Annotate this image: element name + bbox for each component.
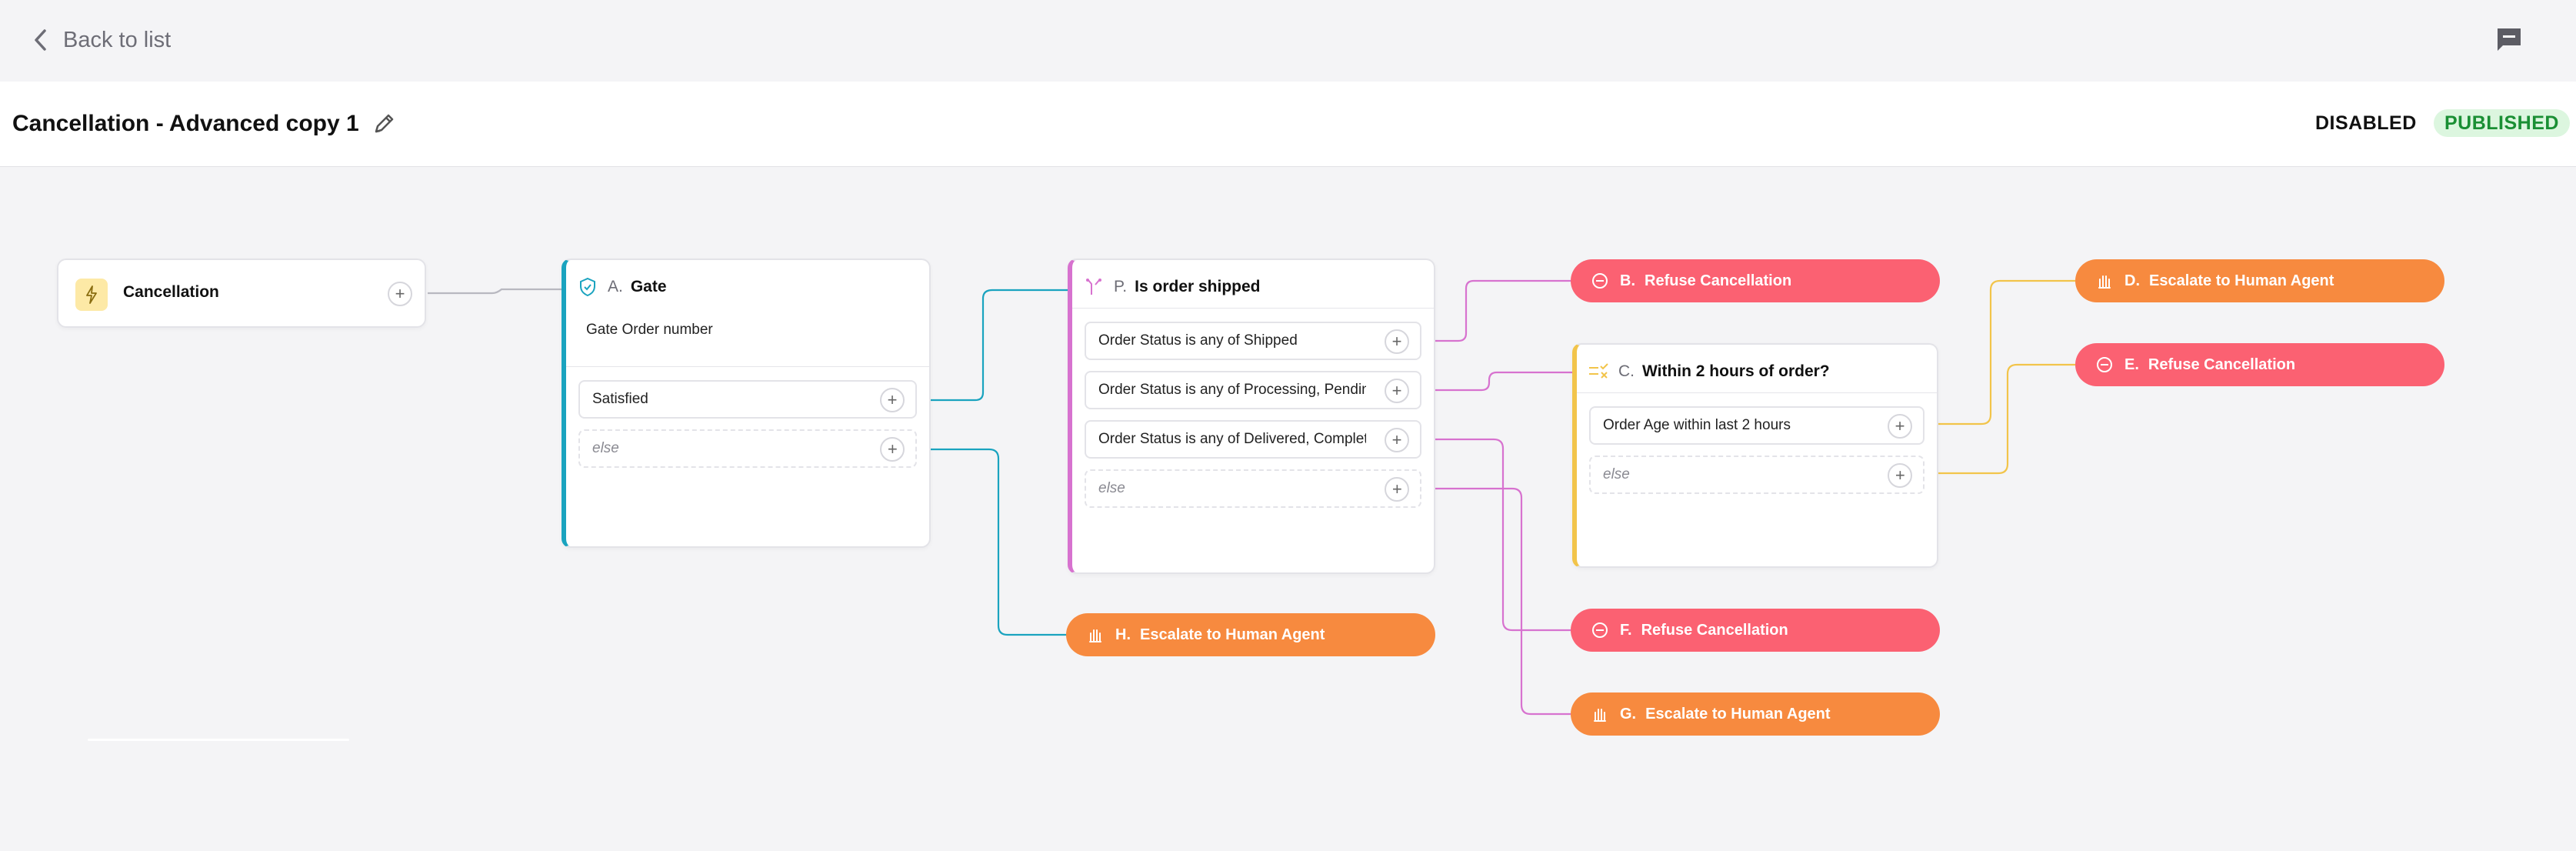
connector-trigger-gate xyxy=(428,288,562,295)
edit-title-button[interactable] xyxy=(370,110,398,138)
connector-gate-satisfied xyxy=(920,289,1069,402)
row-label: Order Status is any of Delivered, Comple… xyxy=(1098,431,1366,447)
connector-shipped-b xyxy=(1423,279,1571,342)
canvas-scrollbar[interactable] xyxy=(88,739,349,741)
page-title: Cancellation - Advanced copy 1 xyxy=(12,111,359,136)
action-letter: G. xyxy=(1620,705,1637,723)
action-letter: F. xyxy=(1620,621,1632,639)
shipped-name: Is order shipped xyxy=(1135,278,1261,295)
add-step-button[interactable]: + xyxy=(1385,329,1409,354)
action-label: Escalate to Human Agent xyxy=(1140,626,1325,643)
action-label: Refuse Cancellation xyxy=(2148,355,2296,373)
row-label: Order Status is any of Shipped xyxy=(1098,332,1298,349)
comments-button[interactable] xyxy=(2492,23,2526,57)
row-label: Order Age within last 2 hours xyxy=(1603,417,1791,433)
top-bar: Back to list xyxy=(0,0,2576,80)
action-letter: B. xyxy=(1620,272,1635,289)
action-letter: H. xyxy=(1115,626,1131,643)
condition-icon xyxy=(1588,361,1609,382)
row-label: else xyxy=(1603,466,1630,482)
hand-icon xyxy=(1591,705,1609,723)
row-label: else xyxy=(592,440,619,456)
action-b-refuse-cancellation[interactable]: B. Refuse Cancellation xyxy=(1571,259,1940,302)
within-card[interactable]: C. Within 2 hours of order? Order Age wi… xyxy=(1572,343,1938,568)
shipped-card[interactable]: P. Is order shipped Order Status is any … xyxy=(1068,259,1435,574)
row-label: else xyxy=(1098,480,1125,496)
connector-within-d xyxy=(1926,279,2075,425)
shipped-row-processing[interactable]: Order Status is any of Processing, Pendi… xyxy=(1085,371,1421,409)
shipped-row-else[interactable]: else + xyxy=(1085,469,1421,508)
divider xyxy=(1072,308,1434,309)
add-step-button[interactable]: + xyxy=(1888,414,1912,439)
action-h-escalate[interactable]: H. Escalate to Human Agent xyxy=(1066,613,1435,656)
shipped-row-delivered[interactable]: Order Status is any of Delivered, Comple… xyxy=(1085,420,1421,459)
gate-row-satisfied[interactable]: Satisfied + xyxy=(578,380,917,419)
back-label: Back to list xyxy=(63,27,172,52)
gate-row-else[interactable]: else + xyxy=(578,429,917,468)
within-row-age[interactable]: Order Age within last 2 hours + xyxy=(1589,406,1925,445)
action-letter: D. xyxy=(2124,272,2140,289)
lightning-icon xyxy=(75,279,108,311)
action-label: Escalate to Human Agent xyxy=(2149,272,2334,289)
divider xyxy=(566,366,929,367)
within-header: C. Within 2 hours of order? xyxy=(1588,355,1830,388)
add-step-button[interactable]: + xyxy=(1385,428,1409,452)
hand-icon xyxy=(1086,626,1105,644)
shield-check-icon xyxy=(577,276,598,298)
add-step-button[interactable]: + xyxy=(1385,477,1409,502)
within-letter: C. xyxy=(1618,362,1635,380)
branch-icon xyxy=(1083,276,1105,298)
action-label: Refuse Cancellation xyxy=(1645,272,1792,289)
shipped-letter: P. xyxy=(1114,278,1128,295)
title-bar: Cancellation - Advanced copy 1 xyxy=(0,82,2576,167)
connector-shipped-else-g xyxy=(1423,487,1571,716)
gate-subtitle: Gate Order number xyxy=(586,322,713,338)
back-to-list-link[interactable]: Back to list xyxy=(31,23,171,57)
add-step-button[interactable]: + xyxy=(1385,379,1409,403)
gate-header: A. Gate xyxy=(577,271,667,303)
trigger-add-button[interactable]: + xyxy=(388,282,412,306)
connector-gate-else xyxy=(920,448,1069,636)
minus-circle-icon xyxy=(1591,621,1609,639)
action-e-refuse-cancellation[interactable]: E. Refuse Cancellation xyxy=(2075,343,2444,386)
shipped-header: P. Is order shipped xyxy=(1083,271,1261,303)
add-step-button[interactable]: + xyxy=(880,437,905,462)
minus-circle-icon xyxy=(2095,355,2114,374)
action-letter: E. xyxy=(2124,355,2139,373)
chat-icon xyxy=(2498,28,2521,51)
connector-processing-c xyxy=(1423,371,1575,392)
within-row-else[interactable]: else + xyxy=(1589,456,1925,494)
row-label: Order Status is any of Processing, Pendi… xyxy=(1098,382,1366,398)
status-disabled[interactable]: DISABLED xyxy=(2315,109,2417,137)
action-g-escalate[interactable]: G. Escalate to Human Agent xyxy=(1571,692,1940,736)
trigger-card[interactable]: Cancellation + xyxy=(57,259,426,328)
chevron-left-icon xyxy=(35,29,46,51)
divider xyxy=(1577,392,1937,393)
trigger-name: Cancellation xyxy=(123,283,219,301)
gate-name: Gate xyxy=(630,278,667,295)
action-label: Escalate to Human Agent xyxy=(1645,705,1831,723)
gate-card[interactable]: A. Gate Gate Order number Satisfied + el… xyxy=(562,259,931,548)
hand-icon xyxy=(2095,272,2114,290)
status-published-badge[interactable]: PUBLISHED xyxy=(2434,109,2570,137)
action-label: Refuse Cancellation xyxy=(1641,621,1788,639)
add-step-button[interactable]: + xyxy=(1888,463,1912,488)
within-name: Within 2 hours of order? xyxy=(1642,362,1830,380)
connector-delivered-f xyxy=(1423,438,1571,632)
shipped-row-shipped[interactable]: Order Status is any of Shipped + xyxy=(1085,322,1421,360)
pencil-icon xyxy=(375,114,393,133)
gate-letter: A. xyxy=(608,278,623,295)
add-step-button[interactable]: + xyxy=(880,388,905,412)
action-f-refuse-cancellation[interactable]: F. Refuse Cancellation xyxy=(1571,609,1940,652)
minus-circle-icon xyxy=(1591,272,1609,290)
action-d-escalate[interactable]: D. Escalate to Human Agent xyxy=(2075,259,2444,302)
row-label: Satisfied xyxy=(592,391,648,407)
connector-within-else-e xyxy=(1926,363,2075,475)
